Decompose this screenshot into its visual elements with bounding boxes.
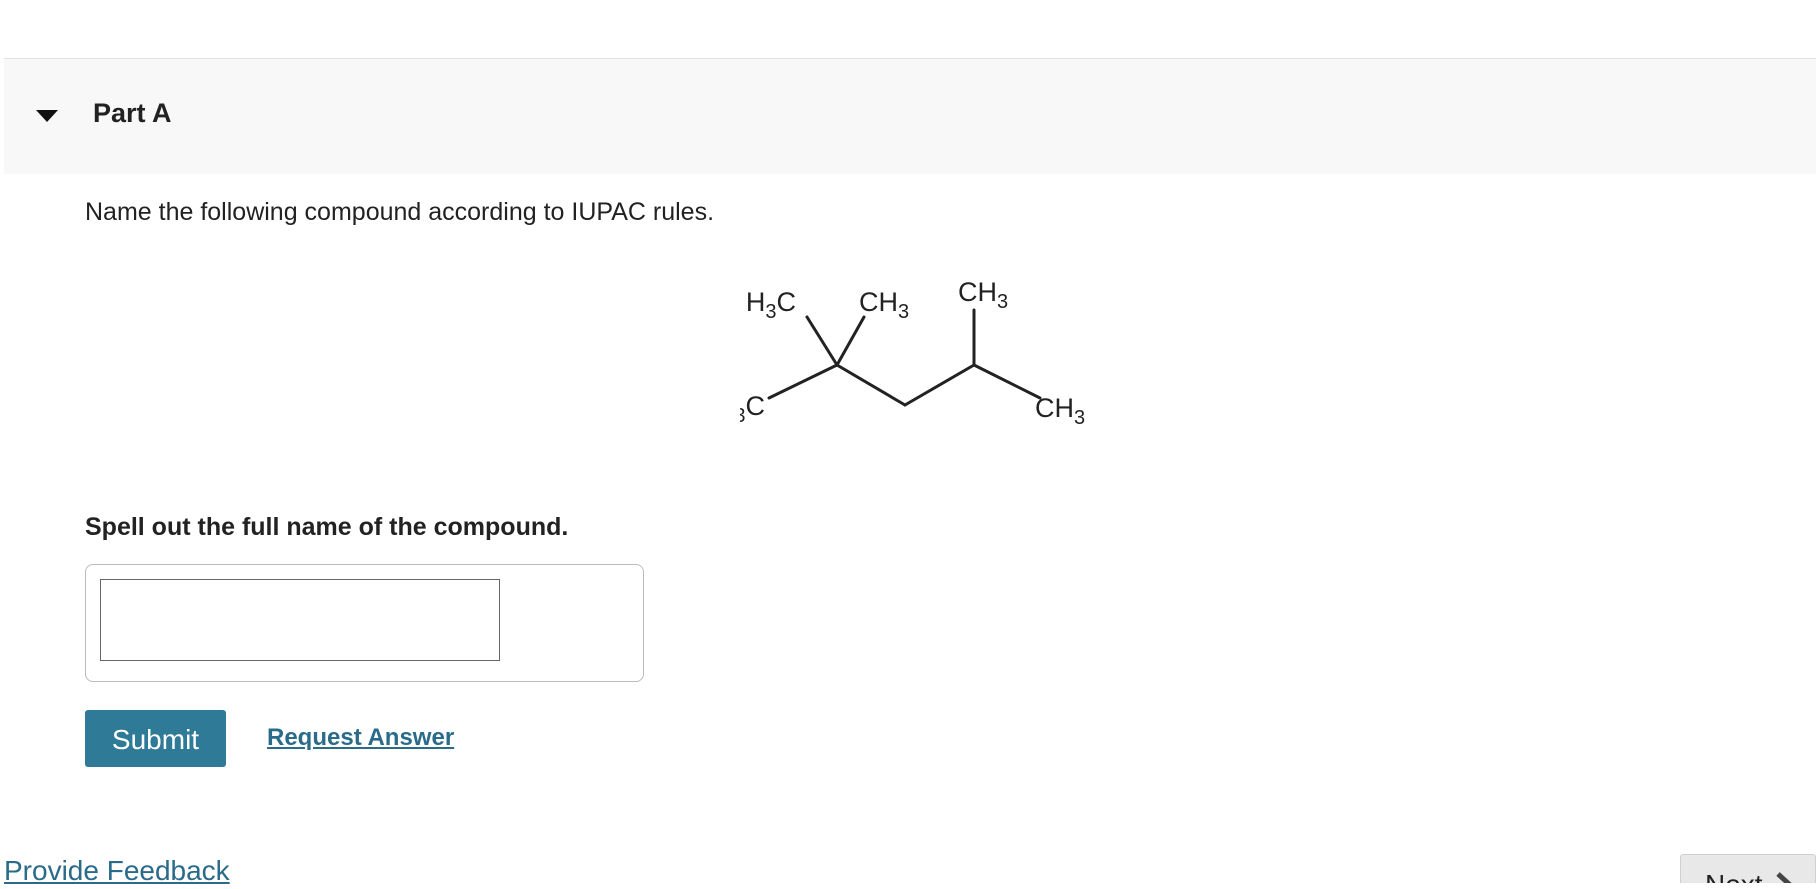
compound-name-input[interactable]	[100, 579, 500, 661]
lower-left-methyl-label: H3C	[740, 391, 765, 427]
upper-middle-methyl-text: CH3	[859, 287, 909, 323]
bond-main-chain	[835, 363, 907, 407]
upper-right-methyl-label: CH3	[958, 277, 1008, 313]
triangle-down-icon[interactable]	[34, 103, 60, 129]
bond-main-chain-2	[903, 363, 976, 407]
answer-box	[85, 564, 644, 682]
molecule-bonds	[767, 308, 1042, 407]
next-button[interactable]: Next	[1680, 854, 1816, 883]
upper-left-methyl-label: H3C	[746, 287, 796, 323]
lower-right-methyl-label: CH3	[1035, 393, 1085, 429]
lower-left-methyl-text: H3C	[740, 391, 765, 427]
upper-middle-methyl-label: CH3	[859, 287, 909, 323]
upper-left-methyl-text: H3C	[746, 287, 796, 323]
upper-right-methyl-text: CH3	[958, 277, 1008, 313]
request-answer-link[interactable]: Request Answer	[267, 722, 454, 754]
bond-lower-left	[767, 363, 839, 400]
answer-instruction: Spell out the full name of the compound.	[85, 513, 569, 541]
bond-upper-middle	[835, 315, 866, 367]
question-prompt: Name the following compound according to…	[85, 198, 715, 226]
part-header[interactable]: Part A	[4, 58, 1816, 174]
part-title: Part A	[93, 98, 172, 128]
bond-lower-right	[972, 363, 1042, 400]
next-label: Next	[1705, 867, 1763, 883]
lower-right-methyl-text: CH3	[1035, 393, 1085, 429]
submit-button[interactable]: Submit	[85, 710, 226, 767]
molecule-structure: H3C CH3 CH3 H3C CH3	[740, 277, 1085, 429]
chevron-right-icon	[1776, 872, 1792, 883]
provide-feedback-link[interactable]: Provide Feedback	[4, 853, 230, 889]
bond-upper-left	[805, 315, 839, 367]
